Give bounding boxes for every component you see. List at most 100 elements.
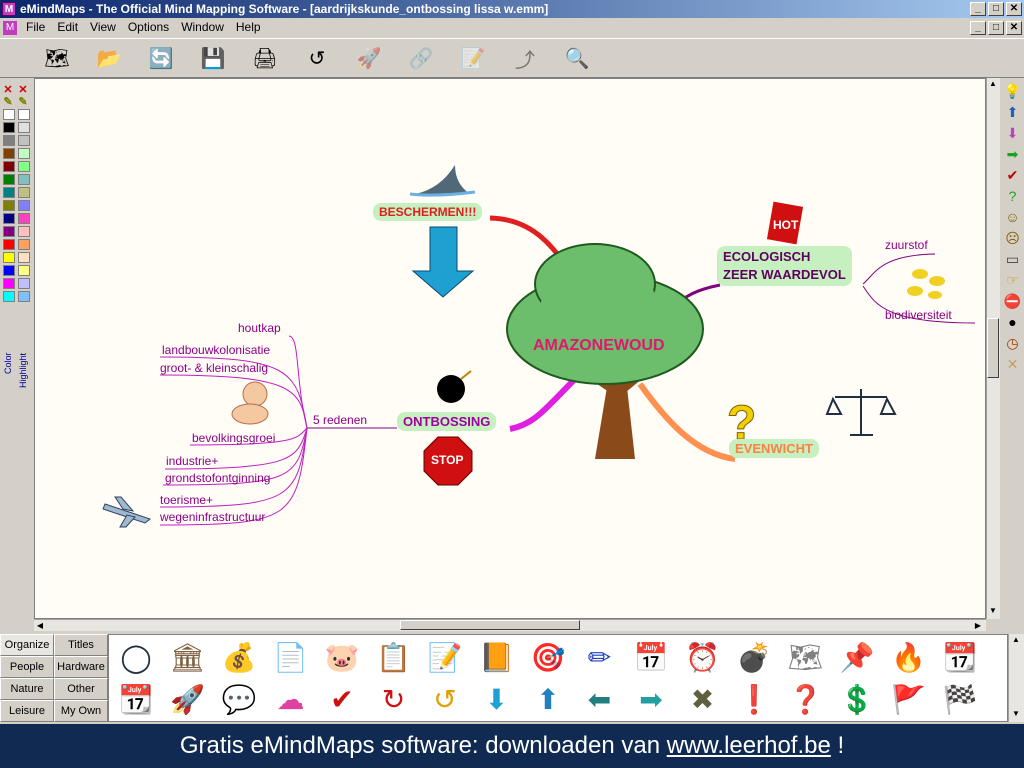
- note-icon[interactable]: 📝: [458, 44, 488, 72]
- lightbulb-icon[interactable]: 💡: [1003, 81, 1023, 101]
- gallery-scrollbar[interactable]: ▲ ▼: [1008, 634, 1024, 722]
- tab-people[interactable]: People: [0, 656, 54, 678]
- subtopic-grondstofontginning[interactable]: grondstofontginning: [165, 471, 270, 485]
- highlight-swatch[interactable]: [18, 278, 30, 289]
- highlight-swatch[interactable]: [18, 187, 30, 198]
- clipart-item[interactable]: ☁: [266, 679, 316, 721]
- horizontal-scrollbar[interactable]: ◀ ▶: [34, 619, 986, 631]
- clipart-item[interactable]: 🏛: [163, 637, 213, 679]
- arrow-right-icon[interactable]: ➡: [1003, 144, 1023, 164]
- tab-leisure[interactable]: Leisure: [0, 700, 54, 722]
- tab-organize[interactable]: Organize: [0, 634, 54, 656]
- delete-symbol-icon[interactable]: ✕: [1003, 354, 1023, 374]
- clipart-item[interactable]: 📆: [935, 637, 985, 679]
- clipart-item[interactable]: ✖: [678, 679, 728, 721]
- color-swatch[interactable]: [3, 161, 15, 172]
- color-swatch[interactable]: [3, 252, 15, 263]
- doc-restore-button[interactable]: □: [988, 21, 1004, 35]
- clipart-item[interactable]: 📄: [266, 637, 316, 679]
- clipart-item[interactable]: 📙: [472, 637, 522, 679]
- clipart-item[interactable]: 💬: [214, 679, 264, 721]
- clipart-item[interactable]: ✏: [575, 637, 625, 679]
- subtopic-5-redenen[interactable]: 5 redenen: [313, 413, 367, 427]
- color-swatch[interactable]: [3, 213, 15, 224]
- color-swatch[interactable]: [3, 122, 15, 133]
- vertical-scrollbar[interactable]: ▲ ▼: [986, 78, 1000, 619]
- tab-my-own[interactable]: My Own: [54, 700, 108, 722]
- save-icon[interactable]: 💾: [198, 44, 228, 72]
- arrow-up-icon[interactable]: ⬆: [1003, 102, 1023, 122]
- color-swatch[interactable]: [3, 109, 15, 120]
- clipart-item[interactable]: ◯: [111, 637, 161, 679]
- color-swatch[interactable]: [3, 187, 15, 198]
- highlight-swatch[interactable]: [18, 161, 30, 172]
- clipart-item[interactable]: ❓: [781, 679, 831, 721]
- doc-close-button[interactable]: ✕: [1006, 21, 1022, 35]
- color-swatch[interactable]: [3, 200, 15, 211]
- document-icon[interactable]: M: [3, 21, 17, 35]
- clipart-item[interactable]: 💲: [832, 679, 882, 721]
- highlight-swatch[interactable]: [18, 213, 30, 224]
- mindmap-canvas[interactable]: ? AMAZONEWOUD BESCHERMEN!!! ECOLOGISCH Z…: [34, 78, 986, 619]
- rocket-icon[interactable]: 🚀: [354, 44, 384, 72]
- import-icon[interactable]: 🔄: [146, 44, 176, 72]
- color-swatch[interactable]: [3, 265, 15, 276]
- clear-highlight-icon[interactable]: ✕: [17, 84, 29, 96]
- subtopic-houtkap[interactable]: houtkap: [238, 321, 281, 335]
- topic-evenwicht[interactable]: EVENWICHT: [729, 439, 819, 458]
- color-swatch[interactable]: [3, 239, 15, 250]
- clipart-item[interactable]: 🗺: [781, 637, 831, 679]
- scroll-left-icon[interactable]: ◀: [34, 620, 46, 632]
- clipart-item[interactable]: 📋: [369, 637, 419, 679]
- app-icon[interactable]: M: [2, 2, 16, 16]
- tab-other[interactable]: Other: [54, 678, 108, 700]
- menu-view[interactable]: View: [90, 18, 116, 37]
- menu-window[interactable]: Window: [181, 18, 224, 37]
- highlight-swatch[interactable]: [18, 135, 30, 146]
- clipart-item[interactable]: 🐷: [317, 637, 367, 679]
- horizontal-scroll-thumb[interactable]: [400, 620, 580, 630]
- topic-ecologisch[interactable]: ECOLOGISCH ZEER WAARDEVOL: [717, 246, 852, 286]
- open-map-icon[interactable]: 📂: [94, 44, 124, 72]
- gallery-scroll-down-icon[interactable]: ▼: [1010, 708, 1022, 720]
- subtopic-biodiversiteit[interactable]: biodiversiteit: [885, 308, 952, 322]
- clipart-item[interactable]: ❗: [729, 679, 779, 721]
- color-swatch[interactable]: [3, 148, 15, 159]
- scroll-right-icon[interactable]: ▶: [972, 620, 984, 632]
- menu-file[interactable]: File: [26, 18, 45, 37]
- clear-color-icon[interactable]: ✕: [2, 84, 14, 96]
- subtopic-zuurstof[interactable]: zuurstof: [885, 238, 928, 252]
- subtopic-groot-kleinschalig[interactable]: groot- & kleinschalig: [160, 361, 268, 375]
- subtopic-bevolkingsgroei[interactable]: bevolkingsgroei: [192, 431, 275, 445]
- doc-minimize-button[interactable]: _: [970, 21, 986, 35]
- color-swatch[interactable]: [3, 174, 15, 185]
- color-picker-icon[interactable]: ✎: [2, 96, 14, 108]
- minimize-button[interactable]: _: [970, 2, 986, 16]
- scroll-down-icon[interactable]: ▼: [987, 605, 999, 617]
- highlight-swatch[interactable]: [18, 109, 30, 120]
- highlight-swatch[interactable]: [18, 200, 30, 211]
- color-swatch[interactable]: [3, 135, 15, 146]
- clipart-item[interactable]: ➡: [626, 679, 676, 721]
- print-icon[interactable]: 🖨: [250, 44, 280, 72]
- subtopic-toerisme[interactable]: toerisme+: [160, 493, 213, 507]
- clipart-item[interactable]: 📅: [626, 637, 676, 679]
- bomb-small-icon[interactable]: ●: [1003, 312, 1023, 332]
- subtopic-wegeninfrastructuur[interactable]: wegeninfrastructuur: [160, 510, 265, 524]
- close-button[interactable]: ✕: [1006, 2, 1022, 16]
- highlight-swatch[interactable]: [18, 148, 30, 159]
- maximize-button[interactable]: □: [988, 2, 1004, 16]
- new-map-icon[interactable]: 🗺: [42, 44, 72, 72]
- zoom-icon[interactable]: 🔍: [562, 44, 592, 72]
- clipart-item[interactable]: 🎯: [523, 637, 573, 679]
- highlight-swatch[interactable]: [18, 226, 30, 237]
- note-card-icon[interactable]: ▭: [1003, 249, 1023, 269]
- clipart-item[interactable]: ↻: [369, 679, 419, 721]
- tab-hardware[interactable]: Hardware: [54, 656, 108, 678]
- menu-help[interactable]: Help: [236, 18, 261, 37]
- clipart-item[interactable]: 💣: [729, 637, 779, 679]
- clipart-item[interactable]: 📝: [420, 637, 470, 679]
- topic-ontbossing[interactable]: ONTBOSSING: [397, 412, 497, 431]
- vertical-scroll-thumb[interactable]: [987, 318, 999, 378]
- checkmark-icon[interactable]: ✔: [1003, 165, 1023, 185]
